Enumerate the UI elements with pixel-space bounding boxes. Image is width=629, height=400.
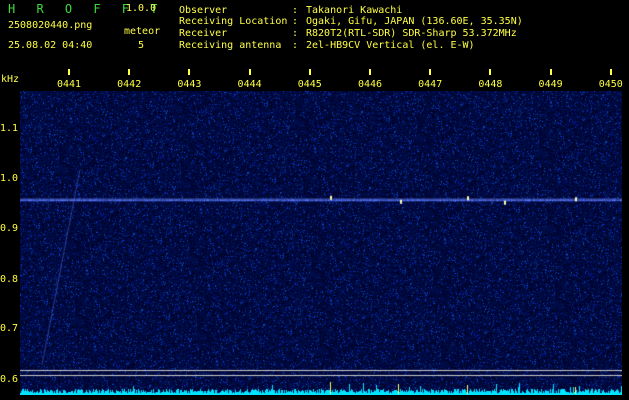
timestamp: 25.08.02 04:40 — [8, 40, 93, 51]
y-tick-label: 0.6 — [0, 374, 19, 385]
antenna-value: 2el-HB9CV Vertical (el. E-W) — [306, 40, 475, 51]
x-tick-mark — [429, 69, 432, 75]
y-axis-unit: kHz — [1, 74, 20, 85]
receiver-value: R820T2(RTL-SDR) SDR-Sharp 53.372MHz — [306, 28, 517, 39]
x-tick-label: 0445 — [297, 79, 322, 90]
app-version: 1.0.0 — [126, 3, 157, 14]
y-tick-label: 1.1 — [0, 123, 19, 134]
x-tick-mark — [68, 69, 70, 75]
image-filename: 2508020440.png — [8, 20, 93, 31]
y-tick-label: 1.0 — [0, 173, 19, 184]
x-tick-label: 0448 — [478, 79, 503, 90]
x-tick-label: 0441 — [56, 79, 82, 90]
spectrogram-plot — [20, 91, 622, 395]
separator: : — [292, 5, 299, 16]
x-tick-mark — [369, 69, 371, 75]
x-tick-label: 0444 — [237, 79, 262, 90]
meteor-label: meteor — [124, 26, 161, 37]
x-tick-label: 0449 — [538, 79, 563, 90]
x-tick-mark — [248, 69, 251, 75]
separator: : — [292, 16, 299, 27]
x-tick-label: 0443 — [177, 79, 202, 90]
x-tick-mark — [549, 69, 552, 75]
x-tick-mark — [308, 69, 311, 75]
y-tick-label: 0.7 — [0, 323, 19, 334]
x-tick-mark — [609, 69, 612, 75]
x-tick-label: 0442 — [117, 79, 142, 90]
y-tick-label: 0.9 — [0, 223, 19, 234]
x-tick-label: 0446 — [357, 79, 383, 90]
y-tick-label: 0.8 — [0, 274, 19, 285]
x-tick-mark — [489, 69, 492, 75]
meteor-count: 5 — [138, 40, 145, 51]
receiver-label: Receiver — [179, 28, 228, 39]
separator: : — [292, 40, 299, 51]
x-tick-label: 0447 — [418, 79, 443, 90]
hrofft-window: H R O F F T 1.0.0 2508020440.png 25.08.0… — [0, 0, 629, 400]
location-label: Receiving Location — [179, 16, 288, 27]
observer-value: Takanori Kawachi — [306, 5, 403, 16]
location-value: Ogaki, Gifu, JAPAN (136.60E, 35.35N) — [306, 16, 523, 27]
antenna-label: Receiving antenna — [179, 40, 282, 51]
x-tick-label: 0450 — [598, 79, 623, 90]
x-tick-mark — [128, 69, 131, 75]
x-tick-mark — [188, 69, 191, 75]
observer-label: Observer — [179, 5, 228, 16]
separator: : — [292, 28, 299, 39]
